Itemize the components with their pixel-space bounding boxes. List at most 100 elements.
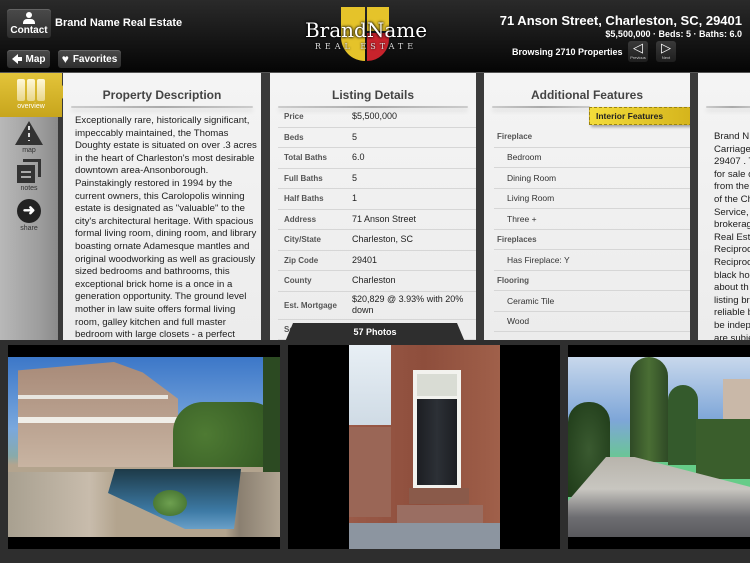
brand-title: Brand Name Real Estate (55, 17, 183, 29)
disclaimer-line: listing br (714, 294, 750, 306)
previous-label: Previous (630, 55, 646, 60)
favorites-button[interactable]: ♥ Favorites (58, 50, 121, 68)
next-button[interactable]: ▷ Next (656, 41, 676, 62)
favorites-label: Favorites (72, 53, 118, 65)
detail-row: County Charleston (278, 271, 476, 292)
sidebar-item-notes[interactable]: notes (0, 159, 58, 192)
chevron-right-icon: ▷ (661, 40, 671, 55)
sidebar-item-label: share (20, 225, 38, 232)
detail-key: Zip Code (284, 255, 319, 265)
detail-row: Half Baths 1 (278, 189, 476, 210)
detail-row: Est. Mortgage $20,829 @ 3.93% with 20% do… (278, 292, 476, 320)
feature-item: Three + (494, 209, 690, 230)
disclaimer-line: are subje (714, 332, 750, 341)
heart-icon: ♥ (61, 52, 69, 66)
sidebar-item-label: notes (20, 185, 38, 192)
divider (492, 106, 590, 108)
disclaimer-line: of the Ch (714, 193, 750, 205)
disclaimer-line: from the (714, 181, 750, 193)
chevron-left-icon: ◁ (633, 40, 643, 55)
map-button[interactable]: Map (7, 50, 50, 68)
detail-key: Est. Mortgage (284, 300, 337, 310)
disclaimer-line: Brand N (714, 131, 750, 142)
brand-logo: BrandName REAL ESTATE (300, 5, 432, 65)
features-list: Fireplace Bedroom Dining Room Living Room Th… (494, 127, 690, 332)
sidebar-item-share[interactable]: ➜ share (0, 199, 58, 232)
photo-thumbnail[interactable] (8, 345, 280, 549)
detail-value: Charleston (352, 275, 396, 286)
map-label: Map (25, 53, 46, 65)
disclaimer-line: 29407 . T (714, 156, 750, 168)
detail-value: $5,500,000 (352, 111, 398, 122)
browsing-count: Browsing 2710 Properties (512, 47, 623, 57)
disclaimer-panel[interactable]: Brand NCarriage29407 . Tfor sale ofrom t… (698, 73, 750, 340)
sidebar-item-label: overview (17, 103, 45, 110)
previous-button[interactable]: ◁ Previous (628, 41, 648, 62)
top-bar: Contact Brand Name Real Estate Map ♥ Fav… (0, 0, 750, 73)
logo-subtitle: REAL ESTATE (314, 42, 418, 51)
features-panel[interactable]: Additional Features Interior Features Fi… (484, 73, 690, 340)
detail-value: 1 (352, 193, 358, 204)
feature-item: Dining Room (494, 168, 690, 189)
detail-key: Half Baths (284, 194, 324, 204)
detail-key: County (284, 276, 312, 286)
share-arrow-icon: ➜ (17, 199, 41, 223)
person-icon (22, 11, 36, 24)
description-panel[interactable]: Property Description Exceptionally rare,… (63, 73, 261, 340)
detail-value: Charleston, SC (352, 234, 414, 245)
back-arrow-icon (11, 54, 22, 64)
detail-value: $20,829 @ 3.93% with 20% down (352, 294, 464, 315)
panel-title: Additional Features (530, 88, 643, 102)
property-address: 71 Anson Street, Charleston, SC, 29401 (499, 13, 742, 28)
detail-value: 29401 (352, 254, 378, 265)
sidebar-item-map[interactable]: map (0, 121, 58, 154)
detail-row: Address 71 Anson Street (278, 210, 476, 230)
road-icon (15, 121, 43, 145)
disclaimer-line: Carriage (714, 143, 750, 155)
listing-details-panel[interactable]: Listing Details Price $5,500,000 Beds 5 Tota… (270, 73, 476, 340)
detail-row: Full Baths 5 (278, 169, 476, 189)
detail-value: 5 (352, 172, 358, 183)
contact-button[interactable]: Contact (7, 9, 51, 38)
main-content: overview map notes ➜ share Property Desc… (0, 73, 750, 340)
detail-row: Zip Code 29401 (278, 251, 476, 271)
interior-features-tag[interactable]: Interior Features (589, 107, 690, 125)
panel-title: Listing Details (331, 88, 414, 102)
property-summary: $5,500,000 · Beds: 5 · Baths: 6.0 (605, 29, 742, 39)
detail-key: Total Baths (284, 153, 327, 163)
feature-item: Living Room (494, 189, 690, 209)
disclaimer-line: brokerag (714, 219, 750, 231)
feature-item: Bedroom (494, 148, 690, 168)
disclaimer-line: reliable b (714, 307, 750, 319)
next-label: Next (661, 55, 671, 60)
disclaimer-line: black ho (714, 269, 750, 281)
feature-item: Has Fireplace: Y (494, 250, 690, 271)
detail-key: Address (284, 214, 317, 224)
detail-key: Price (284, 112, 304, 122)
sidebar: overview map notes ➜ share (0, 73, 68, 340)
detail-key: City/State (284, 235, 321, 245)
description-text: Exceptionally rare, historically signifi… (75, 115, 257, 340)
detail-key: Full Baths (284, 173, 323, 183)
sidebar-item-label: map (22, 147, 36, 154)
detail-value: 71 Anson Street (352, 213, 417, 224)
detail-value: 5 (352, 131, 358, 142)
feature-item: Ceramic Tile (494, 291, 690, 312)
photo-count-tab[interactable]: 57 Photos (285, 323, 465, 342)
detail-key: Beds (284, 132, 304, 142)
detail-row: Price $5,500,000 (278, 107, 476, 128)
app: Contact Brand Name Real Estate Map ♥ Fav… (0, 0, 750, 563)
notes-icon (17, 159, 41, 183)
overview-icon (16, 79, 46, 101)
detail-row: City/State Charleston, SC (278, 230, 476, 251)
logo-wordmark: BrandName (304, 18, 428, 42)
disclaimer-line: Reciproc (714, 244, 750, 256)
photo-thumbnail[interactable] (288, 345, 560, 549)
feature-group-header: Fireplace (494, 127, 690, 148)
disclaimer-line: Real Esta (714, 231, 750, 243)
details-table: Price $5,500,000 Beds 5 Total Baths 6.0 Full B… (278, 107, 476, 340)
sidebar-item-overview[interactable]: overview (0, 73, 68, 117)
photo-thumbnail[interactable] (568, 345, 750, 549)
detail-value: 6.0 (352, 152, 365, 163)
feature-group-header: Fireplaces (494, 230, 690, 250)
